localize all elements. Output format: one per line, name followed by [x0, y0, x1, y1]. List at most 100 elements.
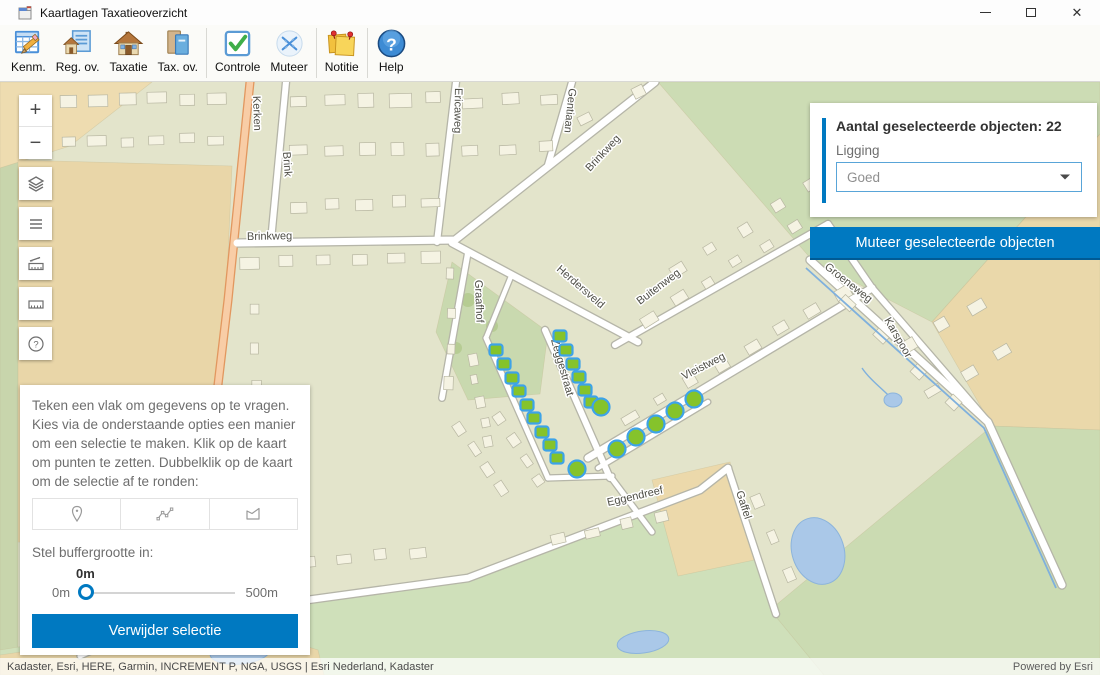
- map-help-button[interactable]: ?: [19, 327, 52, 360]
- slider-min-label: 0m: [52, 585, 70, 600]
- window-title: Kaartlagen Taxatieoverzicht: [40, 6, 187, 20]
- selected-object-marker[interactable]: [593, 399, 610, 416]
- selected-object-marker[interactable]: [490, 345, 503, 356]
- measure-area-icon: [27, 295, 45, 313]
- toolbar-label: Notitie: [325, 60, 359, 74]
- selection-instructions: Teken een vlak om gegevens op te vragen.…: [32, 396, 298, 491]
- house-document-icon: [62, 28, 93, 59]
- selected-object-marker[interactable]: [506, 373, 519, 384]
- toolbar-button-taxatie[interactable]: Taxatie: [105, 27, 153, 75]
- select-by-polygon-button[interactable]: [209, 499, 297, 529]
- toolbar-label: Kenm.: [11, 60, 46, 74]
- mutate-selected-button[interactable]: Muteer geselecteerde objecten: [810, 227, 1100, 260]
- slider-track[interactable]: [80, 592, 235, 594]
- toolbar-button-tax-ov[interactable]: Tax. ov.: [153, 27, 203, 75]
- selected-object-marker[interactable]: [667, 403, 684, 420]
- minimize-icon: [980, 12, 991, 13]
- toolbar-label: Reg. ov.: [56, 60, 100, 74]
- street-label: Graafhof: [472, 280, 486, 324]
- remove-selection-button[interactable]: Verwijder selectie: [32, 614, 298, 648]
- app-window-icon: [18, 6, 32, 20]
- chevron-down-icon: [1059, 173, 1071, 181]
- toolbar-button-controle[interactable]: Controle: [210, 27, 265, 75]
- attribution-sources: Kadaster, Esri, HERE, Garmin, INCREMENT …: [7, 661, 434, 673]
- selected-object-marker[interactable]: [560, 345, 573, 356]
- measure-distance-icon: [27, 255, 45, 273]
- selected-object-marker[interactable]: [609, 441, 626, 458]
- selected-object-marker[interactable]: [579, 385, 592, 396]
- selected-object-marker[interactable]: [544, 440, 557, 451]
- selected-object-marker[interactable]: [498, 359, 511, 370]
- measure-area-button[interactable]: [19, 287, 52, 320]
- layers-icon: [27, 175, 45, 193]
- buffer-size-label: Stel buffergrootte in:: [32, 545, 298, 560]
- zoom-in-button[interactable]: +: [19, 95, 52, 127]
- svg-text:?: ?: [386, 34, 397, 54]
- slider-thumb[interactable]: [78, 584, 94, 600]
- selection-tool-row: [32, 498, 298, 530]
- toolbar: Kenm. Reg. ov. Taxatie: [0, 25, 1100, 82]
- selected-object-marker[interactable]: [536, 427, 549, 438]
- checkbox-icon: [222, 28, 253, 59]
- titlebar: Kaartlagen Taxatieoverzicht ✕: [0, 0, 1100, 25]
- dna-icon: [274, 28, 305, 59]
- polyline-icon: [155, 504, 175, 524]
- close-icon: ✕: [1072, 5, 1083, 21]
- street-label: Brink: [280, 151, 294, 177]
- toolbar-separator: [367, 28, 368, 78]
- toolbar-label: Muteer: [270, 60, 307, 74]
- books-icon: [162, 28, 193, 59]
- toolbar-separator: [206, 28, 207, 78]
- application-window: Kaartlagen Taxatieoverzicht ✕ Kenm.: [0, 0, 1100, 675]
- selected-object-marker[interactable]: [686, 391, 703, 408]
- legend-list-icon: [27, 215, 45, 233]
- toolbar-label: Taxatie: [110, 60, 148, 74]
- maximize-button[interactable]: [1008, 0, 1054, 25]
- selected-object-marker[interactable]: [554, 331, 567, 342]
- ligging-dropdown-value: Goed: [847, 170, 1059, 185]
- layers-button[interactable]: [19, 167, 52, 200]
- help-circle-icon: ?: [27, 335, 45, 353]
- toolbar-button-kenm[interactable]: Kenm.: [6, 27, 51, 75]
- toolbar-separator: [316, 28, 317, 78]
- selected-object-marker[interactable]: [513, 386, 526, 397]
- zoom-out-button[interactable]: −: [19, 127, 52, 159]
- toolbar-button-reg-ov[interactable]: Reg. ov.: [51, 27, 105, 75]
- selected-object-marker[interactable]: [528, 413, 541, 424]
- selected-object-marker[interactable]: [648, 416, 665, 433]
- toolbar-label: Tax. ov.: [158, 60, 198, 74]
- buffer-slider: 0m 0m 500m: [52, 566, 278, 600]
- map-pin-icon: [67, 504, 87, 524]
- maximize-icon: [1026, 8, 1036, 17]
- toolbar-button-notitie[interactable]: Notitie: [320, 27, 364, 75]
- minus-icon: −: [30, 132, 42, 155]
- zoom-widget: + −: [19, 95, 52, 159]
- selected-object-marker[interactable]: [573, 372, 586, 383]
- select-by-point-button[interactable]: [33, 499, 120, 529]
- select-by-polyline-button[interactable]: [120, 499, 208, 529]
- selected-object-marker[interactable]: [567, 359, 580, 370]
- selection-info-card: Aantal geselecteerde objecten: 22 Liggin…: [810, 103, 1097, 217]
- powered-by-esri: Powered by Esri: [1013, 661, 1093, 673]
- street-label: Ericaweg: [451, 88, 464, 133]
- street-label: Brinkweg: [247, 230, 292, 243]
- ligging-label: Ligging: [836, 143, 1082, 158]
- slider-max-label: 500m: [245, 585, 278, 600]
- polygon-icon: [243, 504, 263, 524]
- selected-object-marker[interactable]: [628, 429, 645, 446]
- street-label: Kerken: [250, 96, 263, 131]
- selected-object-marker[interactable]: [521, 400, 534, 411]
- toolbar-button-help[interactable]: ? Help: [371, 27, 412, 75]
- selected-object-marker[interactable]: [569, 461, 586, 478]
- selected-object-marker[interactable]: [551, 453, 564, 464]
- toolbar-label: Help: [379, 60, 404, 74]
- question-icon: ?: [376, 28, 407, 59]
- card-accent-bar: [822, 118, 826, 203]
- close-button[interactable]: ✕: [1054, 0, 1100, 25]
- legend-button[interactable]: [19, 207, 52, 240]
- ligging-dropdown[interactable]: Goed: [836, 162, 1082, 192]
- measure-distance-button[interactable]: [19, 247, 52, 280]
- minimize-button[interactable]: [962, 0, 1008, 25]
- table-pencil-icon: [13, 28, 44, 59]
- toolbar-button-muteer[interactable]: Muteer: [265, 27, 312, 75]
